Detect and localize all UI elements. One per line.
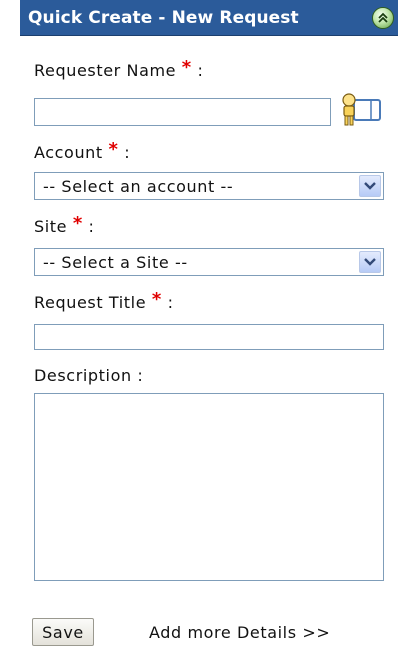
required-mark: * — [181, 57, 192, 78]
label-separator: : — [124, 143, 131, 162]
account-label-text: Account — [34, 143, 103, 162]
site-select-value: -- Select a Site -- — [43, 253, 188, 272]
save-button[interactable]: Save — [32, 618, 94, 646]
description-label: Description : — [34, 366, 144, 385]
site-label: Site * : — [34, 213, 95, 237]
chevron-down-icon[interactable] — [359, 175, 381, 197]
requester-name-label-text: Requester Name — [34, 61, 177, 80]
site-label-text: Site — [34, 217, 68, 236]
quick-create-form: Requester Name * : Account * : -- Select… — [20, 36, 398, 646]
chevron-down-icon[interactable] — [359, 251, 381, 273]
panel-title: Quick Create - New Request — [28, 8, 299, 28]
requester-name-label: Requester Name * : — [34, 57, 204, 81]
requester-name-input[interactable] — [34, 98, 331, 126]
account-select[interactable]: -- Select an account -- — [34, 172, 384, 200]
description-textarea[interactable] — [34, 393, 384, 581]
required-mark: * — [151, 289, 162, 310]
request-title-label: Request Title * : — [34, 289, 174, 313]
panel-header: Quick Create - New Request — [20, 0, 398, 36]
request-title-input[interactable] — [34, 324, 384, 350]
account-select-value: -- Select an account -- — [43, 177, 234, 196]
contact-lookup-icon[interactable] — [337, 92, 383, 128]
request-title-label-text: Request Title — [34, 293, 147, 312]
collapse-up-icon[interactable] — [372, 7, 394, 29]
label-separator: : — [167, 293, 174, 312]
account-label: Account * : — [34, 139, 131, 163]
required-mark: * — [72, 213, 83, 234]
required-mark: * — [108, 139, 119, 160]
site-select[interactable]: -- Select a Site -- — [34, 248, 384, 276]
label-separator: : — [197, 61, 204, 80]
label-separator: : — [88, 217, 95, 236]
